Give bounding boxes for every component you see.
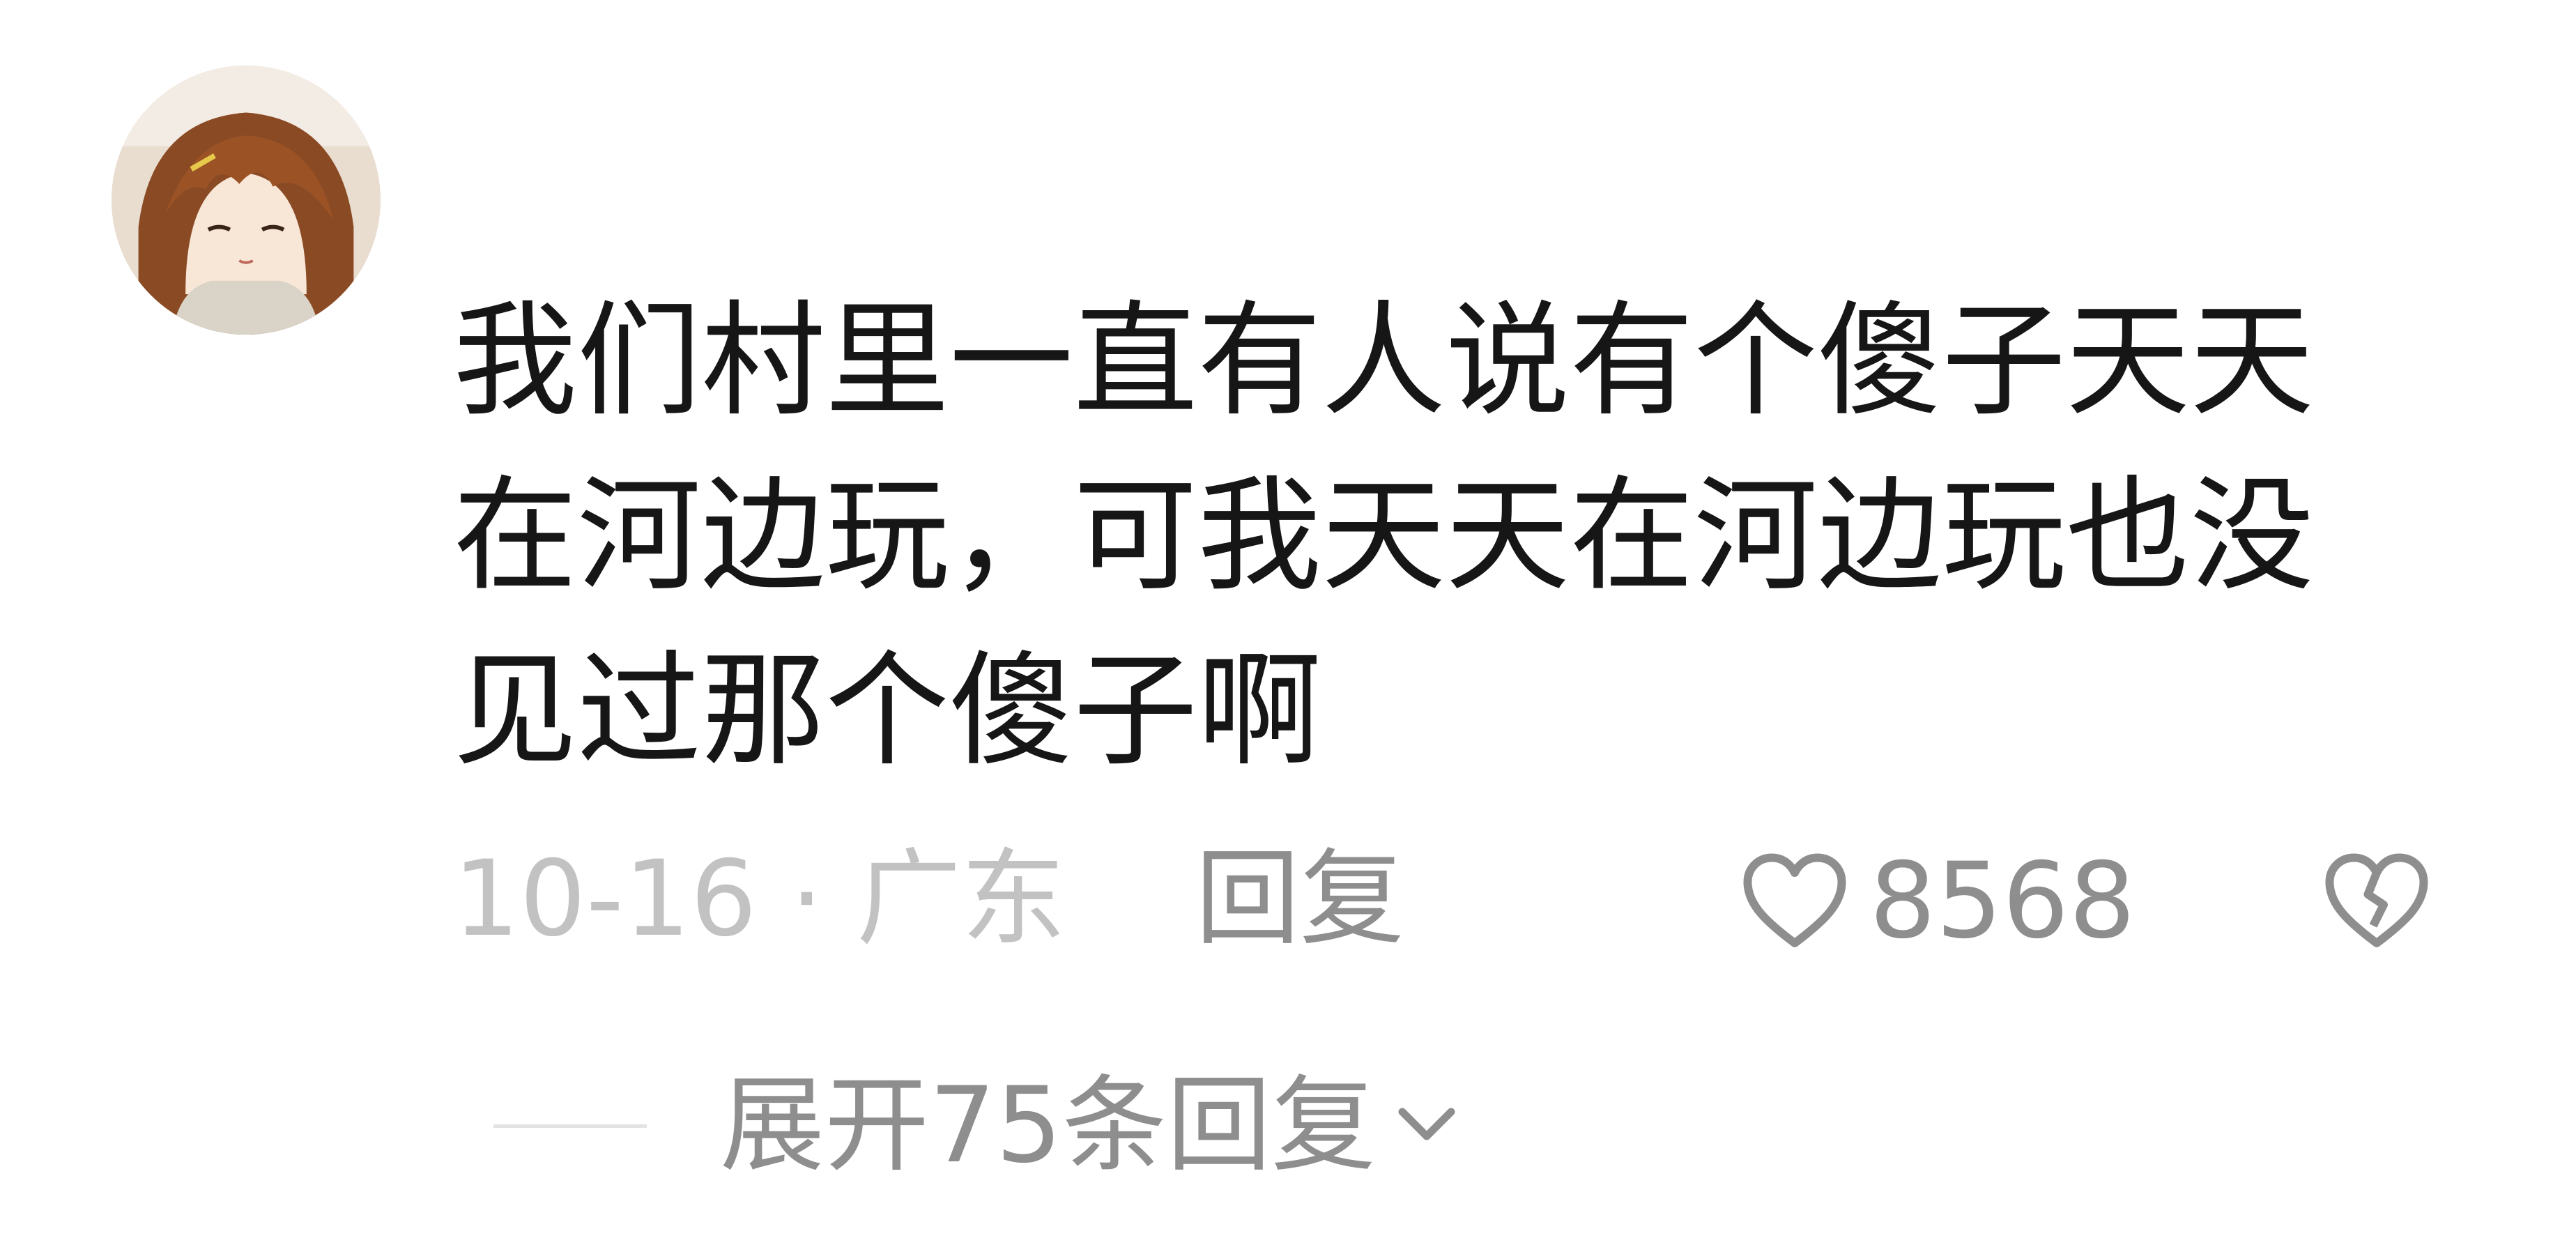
like-count: 8568	[1869, 841, 2136, 962]
comment-screen: { "comment": { "avatar_icon": "anime-gir…	[0, 0, 2576, 1238]
broken-heart-icon	[2325, 853, 2428, 947]
reply-button[interactable]: 回复	[1195, 843, 1404, 955]
date-location: 10-16 · 广东	[453, 839, 1066, 960]
comment-meta-row: 10-16 · 广东 回复 8568	[453, 843, 2474, 955]
divider	[493, 1124, 647, 1128]
expand-replies[interactable]: 展开75条回复	[493, 1073, 1462, 1178]
comment-text: 我们村里一直有人说有个傻子天天 在河边玩，可我天天在河边玩也没 见过那个傻子啊	[453, 273, 2405, 798]
comment-line: 在河边玩，可我天天在河边玩也没	[453, 464, 2314, 608]
heart-outline-icon	[1743, 853, 1846, 947]
chevron-down-icon[interactable]	[1392, 1098, 1462, 1154]
expand-replies-label[interactable]: 展开75条回复	[720, 1073, 1376, 1178]
anime-girl-avatar-icon	[112, 66, 381, 335]
comment-line: 我们村里一直有人说有个傻子天天	[453, 289, 2314, 433]
dislike-button[interactable]	[2321, 849, 2432, 954]
comment-line: 见过那个傻子啊	[453, 639, 1321, 783]
avatar[interactable]	[112, 66, 381, 335]
like-button[interactable]: 8568	[1739, 849, 2136, 954]
